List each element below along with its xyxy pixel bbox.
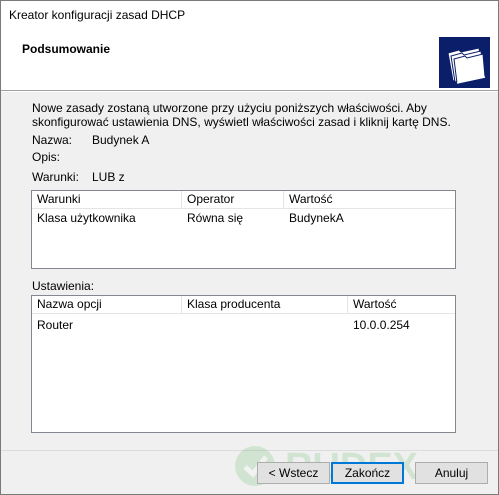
- conditions-list-header: Warunki Operator Wartość: [32, 191, 455, 209]
- name-label: Nazwa:: [32, 133, 73, 147]
- conditions-value: LUB z: [92, 170, 125, 184]
- summary-description: Nowe zasady zostaną utworzone przy użyci…: [32, 101, 451, 129]
- column-header[interactable]: Wartość: [284, 191, 455, 208]
- table-cell: Router: [37, 318, 74, 332]
- wizard-header: Podsumowanie: [1, 29, 498, 91]
- table-cell: 10.0.0.254: [353, 318, 410, 332]
- back-button[interactable]: < Wstecz: [257, 462, 330, 484]
- column-header[interactable]: Klasa producenta: [182, 296, 348, 313]
- table-cell: Równa się: [187, 211, 244, 225]
- column-header[interactable]: Wartość: [348, 296, 455, 313]
- title-bar[interactable]: Kreator konfiguracji zasad DHCP: [1, 1, 498, 29]
- name-value: Budynek A: [92, 133, 150, 147]
- dialog-window: Kreator konfiguracji zasad DHCP Podsumow…: [0, 0, 499, 495]
- settings-list[interactable]: Nazwa opcji Klasa producenta Wartość Rou…: [31, 295, 456, 433]
- column-header[interactable]: Operator: [182, 191, 284, 208]
- column-header[interactable]: Nazwa opcji: [32, 296, 182, 313]
- window-title: Kreator konfiguracji zasad DHCP: [9, 8, 186, 22]
- finish-button[interactable]: Zakończ: [331, 462, 404, 484]
- description-label: Opis:: [32, 150, 61, 164]
- cancel-button[interactable]: Anuluj: [415, 462, 488, 484]
- page-title: Podsumowanie: [22, 42, 111, 56]
- folders-icon: [439, 37, 490, 88]
- table-cell: [182, 317, 187, 333]
- conditions-label: Warunki:: [32, 170, 79, 184]
- table-cell: Klasa użytkownika: [37, 211, 136, 225]
- column-header[interactable]: Warunki: [32, 191, 182, 208]
- settings-label: Ustawienia:: [32, 279, 95, 293]
- table-cell: BudynekA: [289, 211, 344, 225]
- settings-list-header: Nazwa opcji Klasa producenta Wartość: [32, 296, 455, 314]
- conditions-list[interactable]: Warunki Operator Wartość Klasa użytkowni…: [31, 190, 456, 269]
- header-divider: [1, 91, 498, 92]
